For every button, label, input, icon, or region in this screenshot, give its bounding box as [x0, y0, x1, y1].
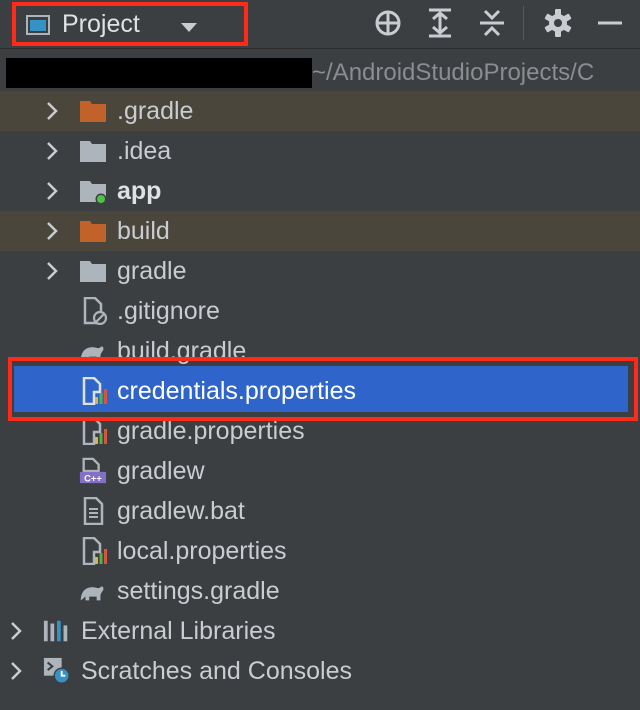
tree-item-label: gradlew.bat	[117, 497, 245, 525]
tree-item-local-properties[interactable]: local.properties	[0, 531, 640, 571]
tree-item-app-module[interactable]: app	[0, 171, 640, 211]
tree-item-build-gradle[interactable]: build.gradle	[0, 331, 640, 371]
cpp-file-icon: C++	[79, 457, 107, 483]
minimize-icon[interactable]	[594, 7, 626, 39]
project-window-icon	[26, 15, 50, 35]
scratches-icon	[43, 657, 70, 684]
project-path: ~/AndroidStudioProjects/C	[312, 59, 595, 86]
tree-item-gradlew-bat[interactable]: gradlew.bat	[0, 491, 640, 531]
tree-item-label: credentials.properties	[117, 377, 357, 405]
tree-item-build-dir[interactable]: build	[0, 211, 640, 251]
chevron-right-icon[interactable]	[44, 180, 60, 202]
project-view-label: Project	[62, 10, 140, 38]
chevron-down-icon	[181, 23, 197, 32]
svg-text:C++: C++	[84, 473, 102, 483]
tree-item-label: settings.gradle	[117, 577, 280, 605]
text-file-icon	[83, 497, 104, 525]
project-path-row: ~/AndroidStudioProjects/C	[0, 48, 640, 94]
folder-icon	[80, 141, 106, 162]
redacted-path-segment	[6, 58, 312, 88]
tree-item-label: External Libraries	[81, 617, 276, 645]
gradle-elephant-icon	[80, 346, 104, 361]
locate-icon[interactable]	[372, 7, 404, 39]
properties-file-icon	[82, 417, 107, 445]
tree-item-credentials-properties[interactable]: credentials.properties	[0, 371, 640, 411]
libraries-icon	[43, 620, 68, 642]
tree-root-scratches-and-consoles[interactable]: Scratches and Consoles	[0, 651, 640, 691]
tree-item-label: build.gradle	[117, 337, 247, 365]
tree-item-label: gradlew	[117, 457, 205, 485]
tree-item-label: Scratches and Consoles	[81, 657, 352, 685]
tree-item-gitignore[interactable]: .gitignore	[0, 291, 640, 331]
project-view-selector[interactable]: Project	[12, 2, 248, 46]
tree-item-label: gradle.properties	[117, 417, 305, 445]
folder-icon	[80, 261, 106, 282]
tree-item-label: app	[117, 177, 162, 205]
chevron-right-icon[interactable]	[8, 620, 24, 642]
collapse-all-icon[interactable]	[476, 7, 508, 39]
tree-root-external-libraries[interactable]: External Libraries	[0, 611, 640, 651]
gradle-elephant-icon	[80, 586, 104, 601]
module-folder-icon	[80, 181, 107, 205]
tree-item-settings-gradle[interactable]: settings.gradle	[0, 571, 640, 611]
chevron-right-icon[interactable]	[44, 100, 60, 122]
tree-item-idea-dir[interactable]: .idea	[0, 131, 640, 171]
chevron-right-icon[interactable]	[44, 220, 60, 242]
chevron-right-icon[interactable]	[44, 260, 60, 282]
tree-item-gradle-folder[interactable]: gradle	[0, 251, 640, 291]
properties-file-icon	[82, 377, 107, 405]
chevron-right-icon[interactable]	[44, 140, 60, 162]
tree-item-label: build	[117, 217, 170, 245]
ignore-file-icon	[83, 297, 108, 325]
tree-item-label: .gradle	[117, 97, 194, 125]
tree-item-label: local.properties	[117, 537, 287, 565]
tree-item-label: gradle	[117, 257, 187, 285]
folder-excluded-icon	[80, 101, 106, 122]
tree-item-gradle-dir[interactable]: .gradle	[0, 91, 640, 131]
tree-item-gradlew[interactable]: C++ gradlew	[0, 451, 640, 491]
chevron-right-icon[interactable]	[8, 660, 24, 682]
project-tool-window-header: Project	[0, 0, 640, 48]
gear-icon[interactable]	[542, 7, 574, 39]
tree-item-label: .idea	[117, 137, 172, 165]
expand-all-icon[interactable]	[424, 7, 456, 39]
properties-file-icon	[82, 537, 107, 565]
toolbar-separator	[523, 6, 524, 40]
tree-item-gradle-properties[interactable]: gradle.properties	[0, 411, 640, 451]
tree-item-label: .gitignore	[117, 297, 220, 325]
folder-excluded-icon	[80, 221, 106, 242]
